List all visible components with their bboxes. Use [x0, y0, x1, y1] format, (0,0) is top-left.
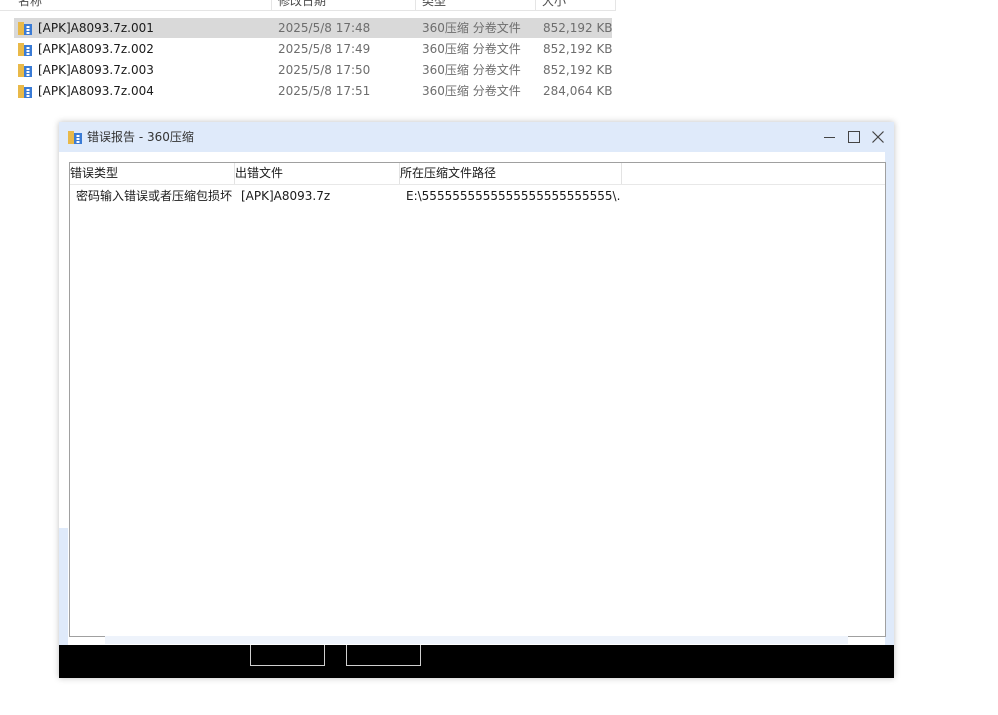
file-name: [APK]A8093.7z.002	[38, 42, 154, 56]
error-row[interactable]: 密码输入错误或者压缩包损坏 [APK]A8093.7z E:\555555555…	[70, 185, 885, 207]
close-icon	[872, 131, 884, 143]
column-modified-date[interactable]: 修改日期	[278, 0, 326, 10]
archive-file-icon	[17, 62, 33, 78]
error-report-dialog: 错误报告 - 360压缩 错误类型 出错文件 所在压缩文件路径 密码输入错误或者…	[59, 122, 894, 678]
file-date: 2025/5/8 17:48	[278, 21, 371, 35]
column-divider[interactable]	[271, 0, 272, 10]
column-divider[interactable]	[415, 0, 416, 10]
maximize-icon	[848, 131, 860, 143]
error-list-header: 错误类型 出错文件 所在压缩文件路径	[70, 163, 885, 185]
error-list[interactable]: 错误类型 出错文件 所在压缩文件路径 密码输入错误或者压缩包损坏 [APK]A8…	[69, 162, 886, 637]
error-type-cell: 密码输入错误或者压缩包损坏	[76, 189, 233, 203]
archive-file-icon	[17, 41, 33, 57]
column-divider[interactable]	[535, 0, 536, 10]
file-type: 360压缩 分卷文件	[422, 84, 521, 98]
file-row[interactable]: [APK]A8093.7z.001 2025/5/8 17:48 360压缩 分…	[14, 18, 613, 38]
maximize-button[interactable]	[844, 127, 864, 147]
column-error-type[interactable]: 错误类型	[70, 163, 118, 184]
file-date: 2025/5/8 17:49	[278, 42, 371, 56]
file-row[interactable]: [APK]A8093.7z.004 2025/5/8 17:51 360压缩 分…	[14, 81, 613, 101]
column-divider[interactable]	[621, 163, 622, 184]
dialog-bottom-area	[105, 636, 848, 644]
file-type: 360压缩 分卷文件	[422, 63, 521, 77]
close-button[interactable]	[868, 127, 888, 147]
file-size: 852,192 KB	[543, 63, 613, 77]
file-name: [APK]A8093.7z.001	[38, 21, 154, 35]
dialog-frame-right	[885, 152, 894, 648]
footer-button-1[interactable]	[250, 645, 325, 666]
file-row[interactable]: [APK]A8093.7z.003 2025/5/8 17:50 360压缩 分…	[14, 60, 613, 80]
screen: 名称 修改日期 类型 大小 [APK]A8093.7z.001 2025/5/8…	[0, 0, 998, 715]
column-divider[interactable]	[615, 0, 616, 10]
error-file-cell: [APK]A8093.7z	[241, 189, 331, 203]
minimize-button[interactable]	[820, 127, 840, 147]
footer-button-2[interactable]	[346, 645, 421, 666]
file-name: [APK]A8093.7z.003	[38, 63, 154, 77]
file-size: 852,192 KB	[543, 21, 613, 35]
archive-file-icon	[17, 20, 33, 36]
file-date: 2025/5/8 17:50	[278, 63, 371, 77]
file-size: 284,064 KB	[543, 84, 613, 98]
column-type[interactable]: 类型	[422, 0, 446, 10]
column-archive-path[interactable]: 所在压缩文件路径	[400, 163, 496, 184]
file-name: [APK]A8093.7z.004	[38, 84, 154, 98]
dialog-frame-left	[59, 528, 68, 648]
archive-path-cell: E:\5555555555555555555555555\...	[406, 189, 621, 203]
dialog-titlebar[interactable]: 错误报告 - 360压缩	[59, 122, 894, 152]
dialog-footer	[59, 645, 894, 678]
column-name[interactable]: 名称	[18, 0, 42, 10]
file-date: 2025/5/8 17:51	[278, 84, 371, 98]
column-error-file[interactable]: 出错文件	[235, 163, 283, 184]
file-row[interactable]: [APK]A8093.7z.002 2025/5/8 17:49 360压缩 分…	[14, 39, 613, 59]
column-size[interactable]: 大小	[542, 0, 566, 10]
file-size: 852,192 KB	[543, 42, 613, 56]
archive-file-icon	[17, 83, 33, 99]
explorer-column-header: 名称 修改日期 类型 大小	[0, 0, 616, 11]
file-type: 360压缩 分卷文件	[422, 42, 521, 56]
360-archive-icon	[67, 129, 83, 145]
dialog-title: 错误报告 - 360压缩	[87, 130, 194, 144]
file-type: 360压缩 分卷文件	[422, 21, 521, 35]
minimize-icon	[824, 137, 835, 138]
